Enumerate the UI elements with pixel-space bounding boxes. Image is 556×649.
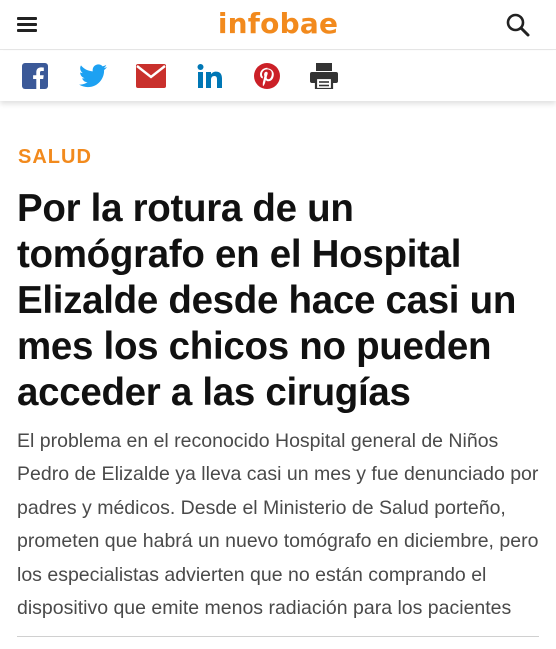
top-bar: infobae <box>0 0 556 50</box>
site-logo[interactable]: infobae <box>218 9 338 38</box>
print-icon[interactable] <box>309 62 339 90</box>
article-headline: Por la rotura de un tomógrafo en el Hosp… <box>17 187 517 414</box>
search-icon[interactable] <box>505 12 531 38</box>
facebook-icon[interactable] <box>20 62 50 90</box>
pinterest-icon[interactable] <box>252 62 282 90</box>
section-label[interactable]: SALUD <box>18 146 92 169</box>
article-summary: El problema en el reconocido Hospital ge… <box>17 430 539 620</box>
divider <box>17 636 539 637</box>
hamburger-icon[interactable] <box>17 17 37 33</box>
share-bar <box>0 51 556 101</box>
linkedin-icon[interactable] <box>195 62 225 90</box>
email-icon[interactable] <box>136 62 166 90</box>
twitter-icon[interactable] <box>78 62 108 90</box>
